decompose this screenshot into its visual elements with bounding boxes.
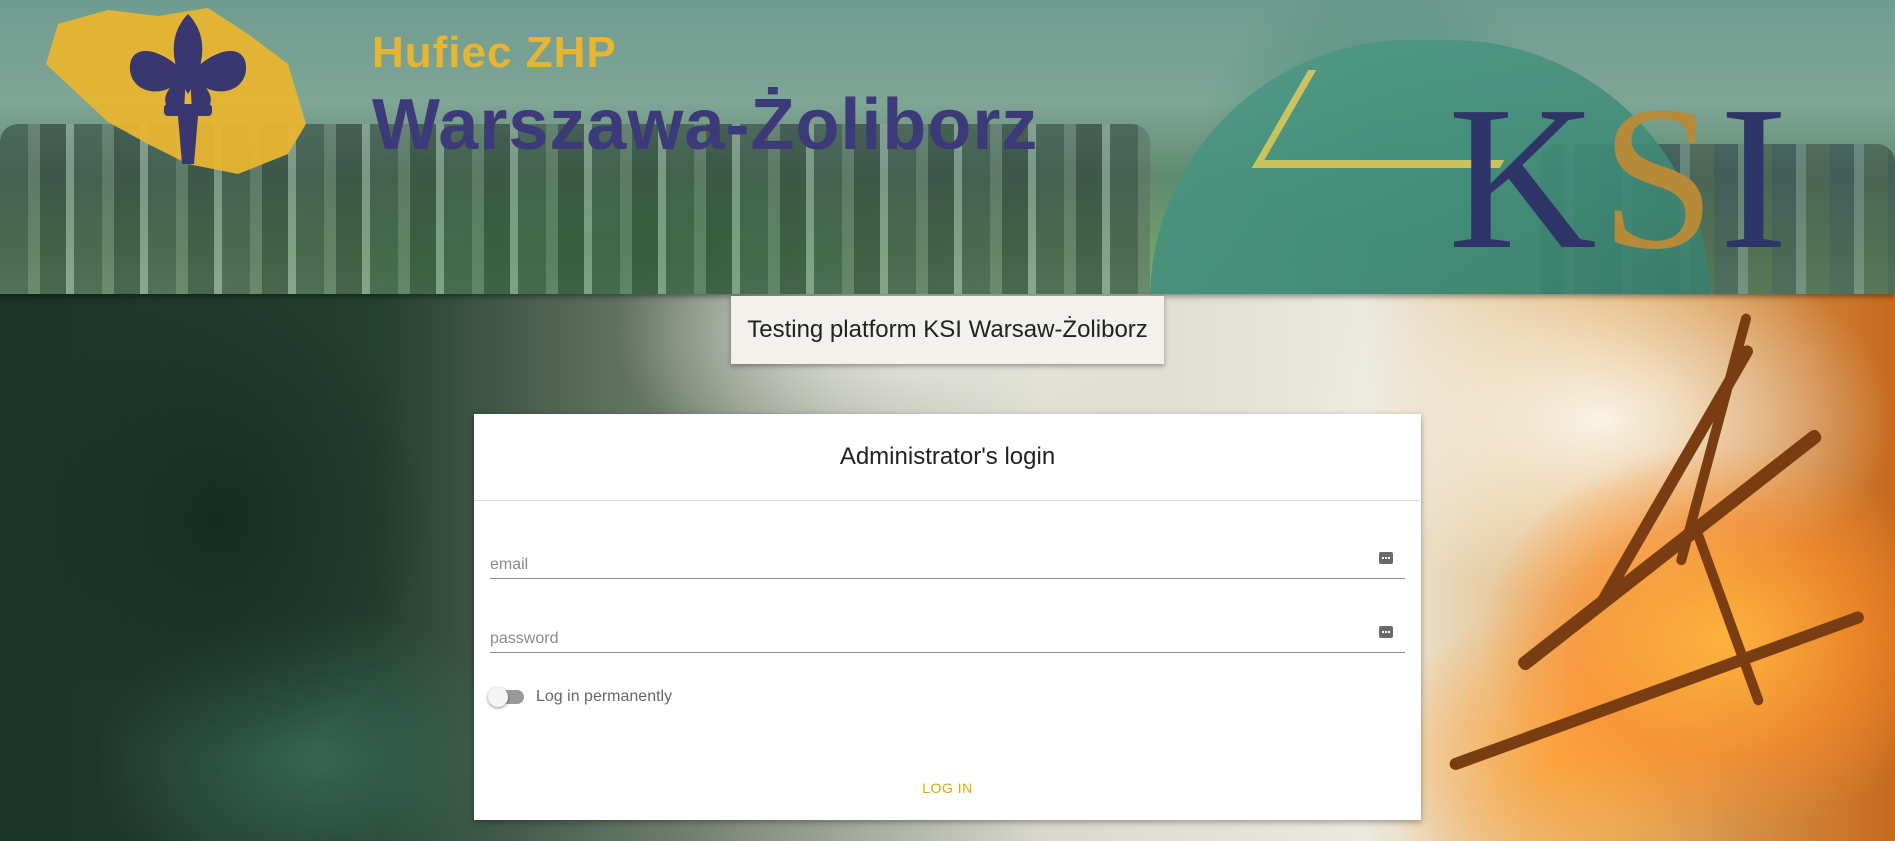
toggle-knob — [488, 687, 508, 707]
campfire-branch — [1515, 427, 1824, 673]
ksi-brand-logo: KSI — [1448, 75, 1792, 281]
platform-title: Testing platform KSI Warsaw-Żoliborz — [731, 296, 1164, 364]
campfire-branch — [1447, 609, 1866, 772]
brand-letter-i: I — [1719, 63, 1792, 292]
brand-letter-k: K — [1448, 63, 1601, 292]
city-name: Warszawa-Żoliborz — [372, 85, 1039, 165]
email-field[interactable] — [490, 544, 1370, 576]
remember-label: Log in permanently — [536, 688, 673, 705]
brand-letter-s: S — [1600, 63, 1720, 292]
org-name: Hufiec ZHP — [372, 28, 617, 77]
campfire-branch — [1675, 312, 1753, 567]
login-button[interactable]: LOG IN — [474, 770, 1421, 806]
zhp-logo — [46, 8, 306, 174]
login-card: Administrator's login Log in permanently… — [474, 414, 1421, 820]
remember-toggle[interactable] — [488, 687, 524, 707]
password-dots-icon — [1379, 552, 1393, 564]
login-title: Administrator's login — [474, 414, 1421, 501]
password-field-wrapper — [490, 618, 1405, 653]
header-banner: Hufiec ZHP Warszawa-Żoliborz KSI — [0, 0, 1895, 294]
remember-toggle-row: Log in permanently — [488, 687, 673, 707]
password-dots-icon — [1379, 626, 1393, 638]
email-field-wrapper — [490, 544, 1405, 579]
password-field[interactable] — [490, 618, 1370, 650]
